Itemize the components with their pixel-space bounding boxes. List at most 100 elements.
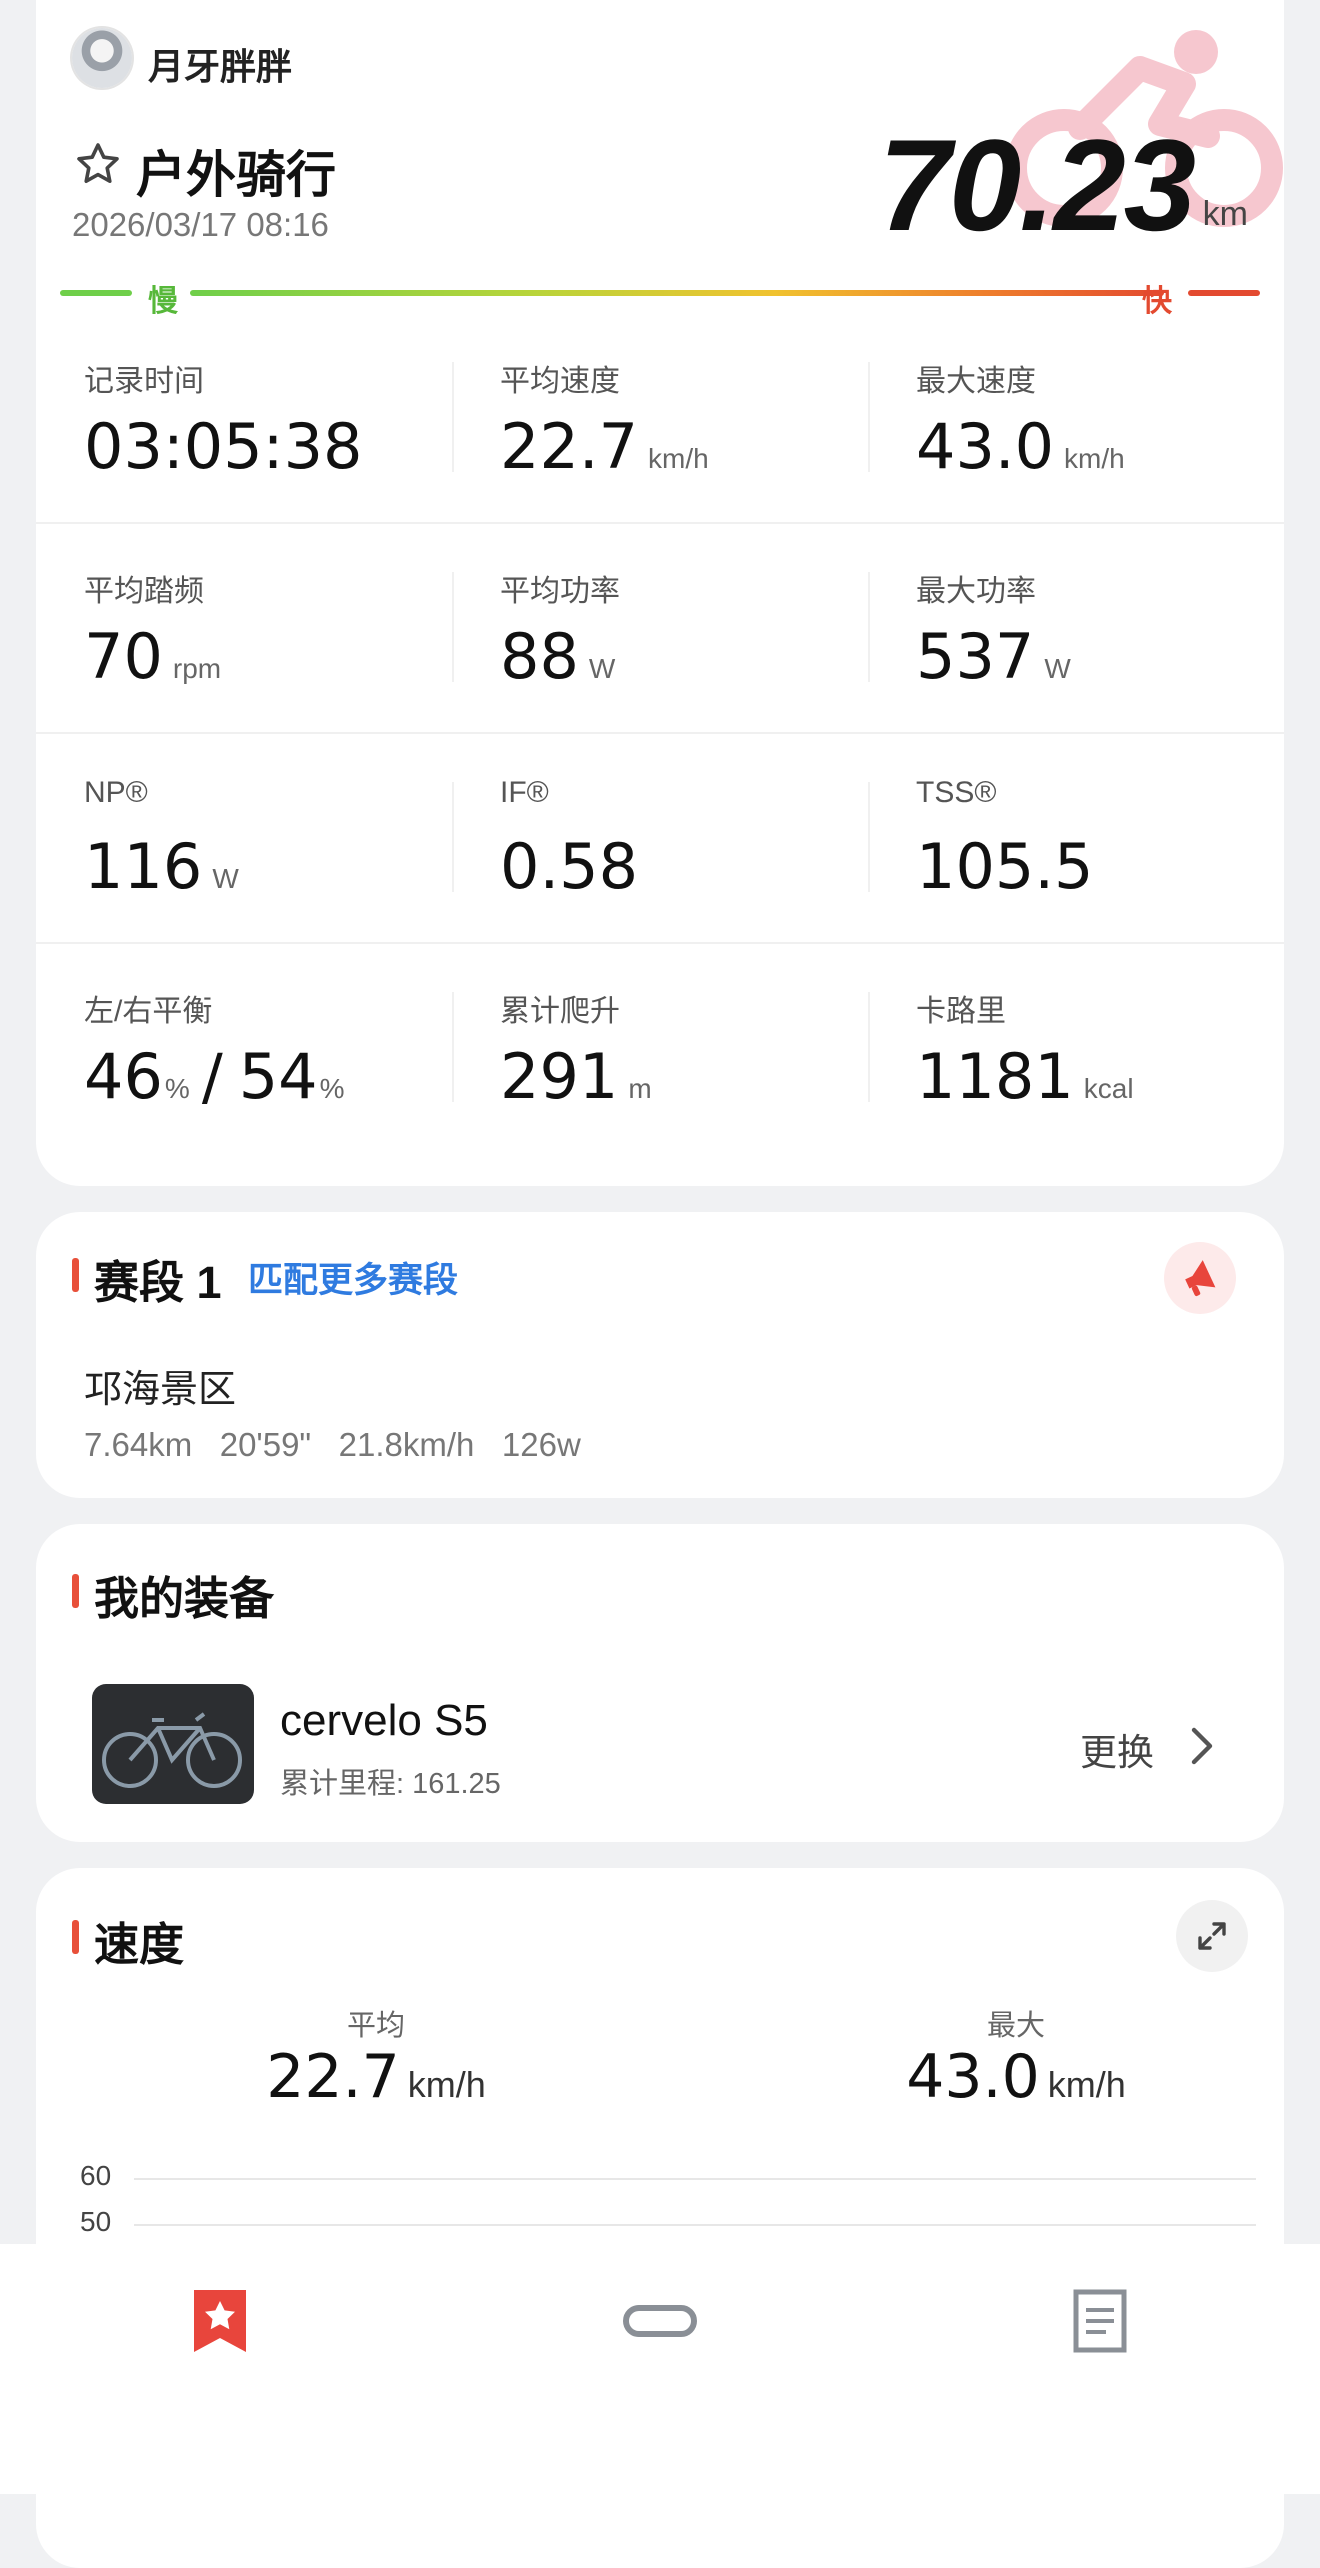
nav-document[interactable] xyxy=(1040,2288,1160,2398)
stat-number: 54 xyxy=(238,1040,318,1113)
stat-record-time: 记录时间 03:05:38 xyxy=(36,312,452,522)
stat-lr-balance: 左/右平衡 46% /54% xyxy=(36,942,452,1152)
stat-value: 105.5 xyxy=(916,830,1094,903)
stat-unit: % xyxy=(319,1073,345,1104)
y-tick-label: 50 xyxy=(80,2206,112,2237)
stat-label: 最大速度 xyxy=(916,365,1036,398)
username[interactable]: 月牙胖胖 xyxy=(148,38,292,90)
equipment-title: 我的装备 xyxy=(94,1573,275,1624)
stats-row: NP® 116 W IF® 0.58 TSS® 105.5 xyxy=(36,732,1284,944)
divider xyxy=(452,782,454,892)
stat-number: 70 xyxy=(84,620,163,693)
stat-unit: W xyxy=(212,863,239,894)
stat-value: 46% /54% xyxy=(84,1040,345,1113)
gridline xyxy=(134,2224,1256,2226)
max-speed-value: 43.0 xyxy=(906,2042,1040,2112)
stat-unit: km/h xyxy=(1064,443,1125,474)
avg-speed-value: 22.7 xyxy=(266,2042,400,2112)
bookmark-star-icon xyxy=(194,2290,246,2352)
sport-type-title: 户外骑行 xyxy=(136,147,336,203)
stat-number: 0.58 xyxy=(500,830,639,903)
megaphone-icon xyxy=(1185,1260,1216,1297)
segment-card[interactable]: 赛段 1 匹配更多赛段 邛海景区 7.64km 20'59" 21.8km/h … xyxy=(36,1212,1284,1498)
chevron-right-icon xyxy=(1191,1727,1213,1765)
bike-image[interactable] xyxy=(92,1684,254,1804)
stat-value: 22.7 km/h xyxy=(500,410,709,483)
avg-speed-label: 平均 xyxy=(346,2010,405,2042)
stat-label: 最大功率 xyxy=(916,575,1036,608)
bottom-nav xyxy=(0,2244,1320,2494)
divider xyxy=(868,572,870,682)
stat-label: 平均功率 xyxy=(500,575,620,608)
match-more-segments-link[interactable]: 匹配更多赛段 xyxy=(248,1252,458,1303)
segment-name[interactable]: 邛海景区 xyxy=(84,1358,236,1413)
stat-label: TSS® xyxy=(916,776,997,809)
balance-slash: / xyxy=(201,1040,223,1113)
megaphone-button[interactable] xyxy=(1164,1242,1236,1314)
stat-unit: W xyxy=(588,653,616,684)
stat-label: 左/右平衡 xyxy=(84,995,213,1028)
stat-number: 46 xyxy=(84,1040,163,1113)
divider xyxy=(868,782,870,892)
avg-speed-summary: 22.7 km/h xyxy=(176,2042,576,2112)
stat-unit: km/h xyxy=(648,443,709,474)
summary-card: 月牙胖胖 户外骑行 2026/03/17 08:16 70.23 km 慢 快 … xyxy=(36,0,1284,1186)
section-accent xyxy=(72,1574,79,1608)
stat-max-speed: 最大速度 43.0 km/h xyxy=(868,312,1284,522)
segment-title: 赛段 1 xyxy=(94,1257,222,1308)
stats-row: 记录时间 03:05:38 平均速度 22.7 km/h 最大速度 43.0 km/… xyxy=(36,312,1284,524)
stat-avg-cadence: 平均踏频 70 rpm xyxy=(36,522,452,732)
link-icon xyxy=(623,2305,697,2337)
expand-chart-button[interactable] xyxy=(1176,1900,1248,1972)
stat-avg-power: 平均功率 88 W xyxy=(452,522,868,732)
bike-name[interactable]: cervelo S5 xyxy=(280,1696,488,1746)
change-label: 更换 xyxy=(1080,1732,1154,1773)
divider xyxy=(452,992,454,1102)
fast-bar-segment xyxy=(1188,290,1260,296)
stat-number: 22.7 xyxy=(500,410,639,483)
stat-value: 70 rpm xyxy=(84,620,221,693)
stat-label: NP® xyxy=(84,776,148,809)
divider xyxy=(868,992,870,1102)
nav-bookmark[interactable] xyxy=(160,2288,280,2398)
change-equipment-button[interactable]: 更换 xyxy=(1080,1720,1230,1773)
stat-unit: kcal xyxy=(1083,1073,1134,1104)
stat-value: 116 W xyxy=(84,830,239,903)
stat-number: 537 xyxy=(916,620,1035,693)
max-speed-summary: 43.0 km/h xyxy=(816,2042,1216,2112)
distance-value: 70.23 xyxy=(878,112,1196,258)
expand-icon xyxy=(1198,1922,1226,1950)
stat-label: 平均踏频 xyxy=(84,575,204,608)
bicycle-icon xyxy=(102,1712,242,1788)
stat-number: 43.0 xyxy=(916,410,1055,483)
nav-link[interactable] xyxy=(600,2288,720,2398)
stat-value: 03:05:38 xyxy=(84,410,362,483)
stat-elevation: 累计爬升 291 m xyxy=(452,942,868,1152)
stat-unit: m xyxy=(628,1073,652,1104)
stat-value: 537 W xyxy=(916,620,1071,693)
avg-speed-unit: km/h xyxy=(407,2064,486,2105)
stat-label: 平均速度 xyxy=(500,365,620,398)
stat-number: 116 xyxy=(84,830,203,903)
bike-mileage: 累计里程: 161.25 xyxy=(280,1768,501,1800)
stat-value: 43.0 km/h xyxy=(916,410,1125,483)
slow-bar-segment xyxy=(60,290,132,296)
stat-unit: % xyxy=(164,1073,190,1104)
divider xyxy=(452,362,454,472)
stats-row: 左/右平衡 46% /54% 累计爬升 291 m 卡路里 1181 kcal xyxy=(36,942,1284,1152)
activity-datetime: 2026/03/17 08:16 xyxy=(72,206,329,243)
equipment-card: 我的装备 cervelo S5 累计里程: 161.25 更换 xyxy=(36,1524,1284,1842)
stat-avg-speed: 平均速度 22.7 km/h xyxy=(452,312,868,522)
star-icon[interactable] xyxy=(74,140,122,188)
stat-unit: rpm xyxy=(172,653,222,684)
stat-if: IF® 0.58 xyxy=(452,732,868,942)
speed-gradient-bar xyxy=(190,290,1164,296)
stat-calories: 卡路里 1181 kcal xyxy=(868,942,1284,1152)
y-tick-label: 60 xyxy=(80,2160,112,2191)
document-icon xyxy=(1073,2289,1127,2353)
avatar[interactable] xyxy=(72,28,132,88)
stat-number: 291 xyxy=(500,1040,619,1113)
stat-value: 291 m xyxy=(500,1040,652,1113)
stat-value: 0.58 xyxy=(500,830,638,903)
stat-label: 卡路里 xyxy=(916,995,1006,1028)
